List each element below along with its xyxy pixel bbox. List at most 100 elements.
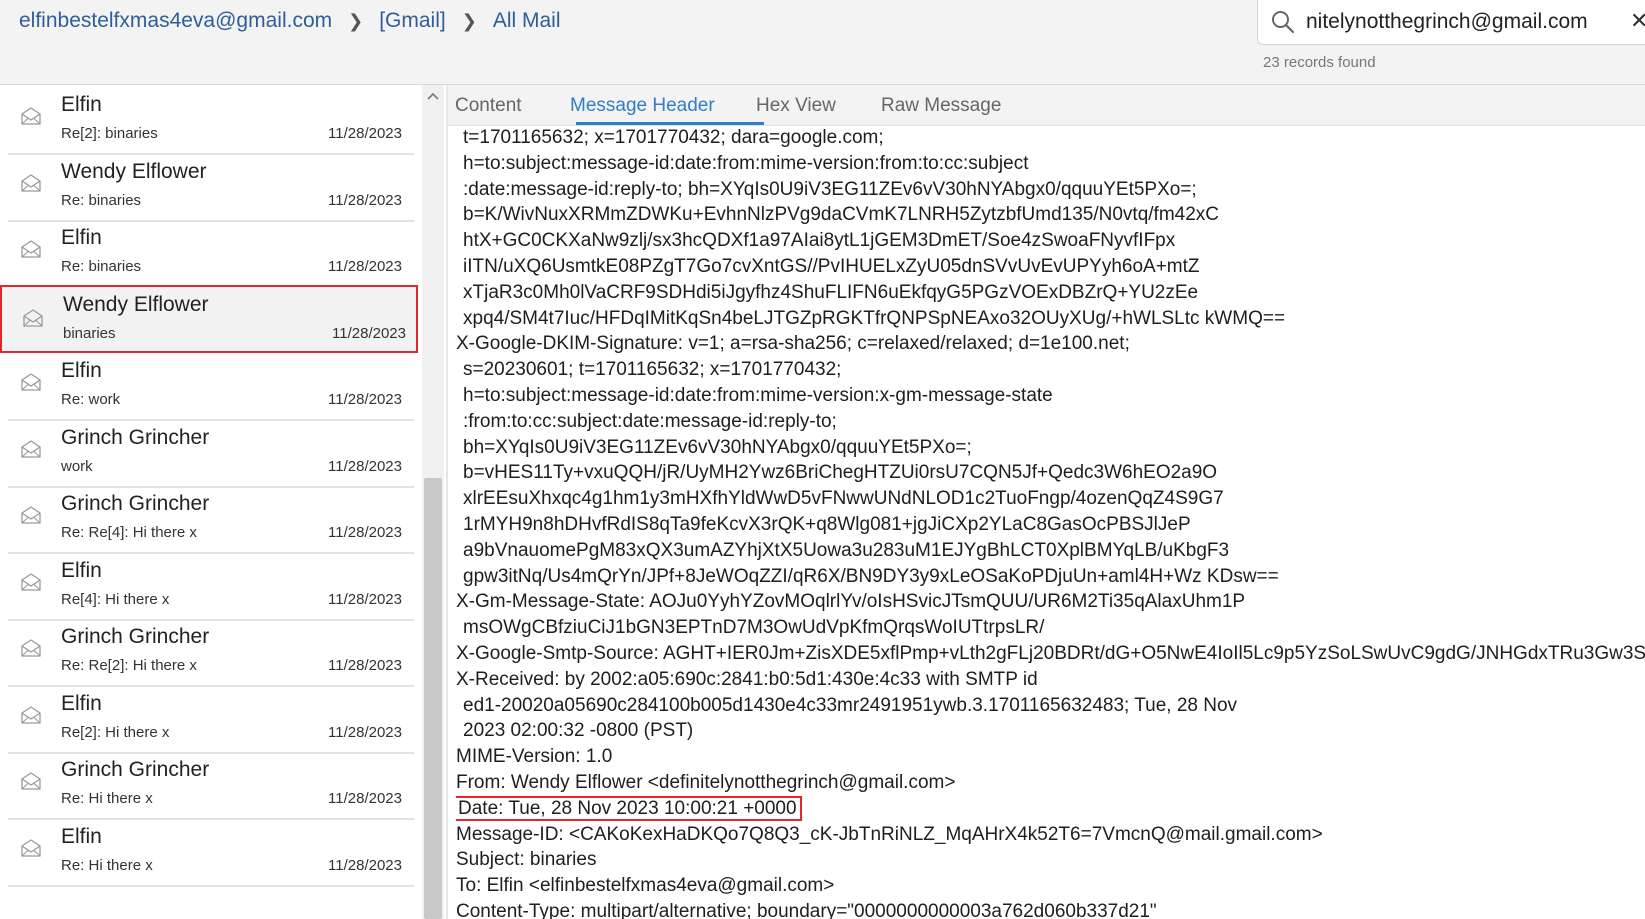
email-date: 11/28/2023	[328, 856, 402, 874]
envelope-open-icon	[20, 837, 42, 859]
header-line: :from:to:cc:subject:date:message-id:repl…	[456, 409, 1645, 435]
header-line: h=to:subject:message-id:date:from:mime-v…	[456, 383, 1645, 409]
email-subject: Re: Hi there x	[61, 790, 153, 807]
breadcrumb: elfinbestelfxmas4eva@gmail.com ❯ [Gmail]…	[19, 6, 561, 36]
envelope-open-icon	[20, 704, 42, 726]
email-sender: Elfin	[61, 691, 102, 715]
header-line: ed1-20020a05690c284100b005d1430e4c33mr24…	[456, 693, 1645, 719]
header-line-text: 2023 02:00:32 -0800 (PST)	[463, 720, 694, 742]
breadcrumb-folder-gmail[interactable]: [Gmail]	[379, 9, 446, 33]
scroll-up-arrow-icon[interactable]	[422, 87, 444, 105]
email-list-item[interactable]: Elfin Re[2]: binaries 11/28/2023	[8, 85, 414, 155]
email-date: 11/28/2023	[328, 524, 402, 541]
header-line: b=vHES11Ty+vxuQQH/jR/UyMH2Ywz6BriChegHTZ…	[456, 460, 1645, 486]
header-line-text: ed1-20020a05690c284100b005d1430e4c33mr24…	[463, 694, 1238, 716]
email-list-item[interactable]: Grinch Grincher Re: Hi there x 11/28/2023	[8, 750, 414, 820]
email-sender: Grinch Grincher	[61, 758, 210, 781]
email-sender: Grinch Grincher	[61, 625, 210, 648]
header-line: Message-ID: <CAKoKexHaDKQo7Q8Q3_cK-JbTnR…	[456, 822, 1645, 848]
header-line-text: gpw3itNq/Us4mQrYn/JPf+8JeWOqZZI/qR6X/BN9…	[463, 565, 1279, 587]
top-bar: elfinbestelfxmas4eva@gmail.com ❯ [Gmail]…	[0, 0, 1645, 85]
header-line: xlrEEsuXhxqc4g1hm1y3mHXfhYldWwD5vFNwwUNd…	[456, 486, 1645, 512]
email-sender: Elfin	[61, 359, 102, 382]
envelope-open-icon	[22, 307, 44, 329]
email-list: Elfin Re[2]: binaries 11/28/2023 Wendy Elfl…	[0, 85, 420, 919]
email-date: 11/28/2023	[328, 790, 402, 807]
message-header-text[interactable]: t=1701165632; x=1701770432; dara=google.…	[456, 125, 1645, 919]
email-list-item[interactable]: Elfin Re: work 11/28/2023	[8, 351, 414, 421]
tab-hex-view[interactable]: Hex View	[756, 95, 836, 117]
email-list-item[interactable]: Elfin Re[2]: Hi there x 11/28/2023	[8, 684, 414, 754]
header-line-text: X-Google-DKIM-Signature: v=1; a=rsa-sha2…	[456, 333, 1130, 355]
header-line-text: X-Google-Smtp-Source: AGHT+IER0Jm+ZisXDE…	[456, 642, 1645, 664]
header-line: MIME-Version: 1.0	[456, 744, 1645, 770]
scroll-thumb[interactable]	[424, 478, 442, 919]
email-subject: Re: Re[4]: Hi there x	[61, 524, 197, 541]
email-sender: Elfin	[61, 226, 102, 249]
email-date: 11/28/2023	[328, 723, 402, 741]
envelope-open-icon	[20, 571, 42, 593]
email-list-item[interactable]: Grinch Grincher Re: Re[4]: Hi there x 11/2…	[8, 484, 414, 554]
email-subject: Re: Re[2]: Hi there x	[61, 657, 197, 674]
tab-raw-message[interactable]: Raw Message	[881, 95, 1001, 117]
header-line-text: From: Wendy Elflower <definitelynotthegr…	[456, 771, 956, 793]
header-line: msOWgCBfziuCiJ1bGN3EPTnD7M3OwUdVpKfmQrqs…	[456, 615, 1645, 641]
envelope-open-icon	[20, 371, 42, 393]
header-line-text: :date:message-id:reply-to; bh=XYqIs0U9iV…	[463, 178, 1197, 200]
email-subject: Re: binaries	[61, 191, 142, 209]
email-list-item[interactable]: Grinch Grincher Re: Re[2]: Hi there x 11/2…	[8, 617, 414, 687]
header-line-text: h=to:subject:message-id:date:from:mime-v…	[463, 152, 1029, 174]
email-subject: Re: Hi there x	[61, 856, 153, 874]
header-line: X-Received: by 2002:a05:690c:2841:b0:5d1…	[456, 667, 1645, 693]
email-sender: Grinch Grincher	[61, 492, 210, 515]
header-line: Content-Type: multipart/alternative; bou…	[456, 899, 1645, 919]
tab-message-header[interactable]: Message Header	[570, 95, 715, 117]
envelope-open-icon	[20, 105, 42, 127]
email-sender: Elfin	[61, 824, 102, 848]
email-list-item[interactable]: Grinch Grincher work 11/28/2023	[8, 418, 414, 488]
breadcrumb-all-mail[interactable]: All Mail	[493, 9, 561, 33]
header-line-text: MIME-Version: 1.0	[456, 746, 613, 768]
email-date: 11/28/2023	[328, 258, 402, 275]
breadcrumb-account[interactable]: elfinbestelfxmas4eva@gmail.com	[19, 9, 332, 33]
email-date: 11/28/2023	[328, 125, 402, 142]
search-icon[interactable]	[1266, 5, 1300, 39]
header-line: htX+GC0CKXaNw9zlj/sx3hcQDXf1a97AIai8ytL1…	[456, 228, 1645, 254]
email-date: 11/28/2023	[328, 590, 402, 608]
header-line-text: htX+GC0CKXaNw9zlj/sx3hcQDXf1a97AIai8ytL1…	[463, 230, 1176, 252]
tab-content[interactable]: Content	[455, 95, 522, 117]
email-list-item-selected[interactable]: Wendy Elflower binaries 11/28/2023	[0, 284, 418, 353]
header-line-text: xTjaR3c0Mh0lVaCRF9SDHdi5iJgyfhz4ShuFLIFN…	[463, 281, 1199, 303]
header-line-text: Subject: binaries	[456, 849, 597, 871]
email-subject: Re[4]: Hi there x	[61, 590, 170, 608]
header-line: gpw3itNq/Us4mQrYn/JPf+8JeWOqZZI/qR6X/BN9…	[456, 564, 1645, 590]
email-sender: Grinch Grincher	[61, 425, 210, 449]
tab-bar: Content Message Header Hex View Raw Mess…	[448, 85, 1645, 126]
header-line-text: X-Gm-Message-State: AOJu0YyhYZovMOqlrlYv…	[456, 591, 1246, 613]
header-line: 2023 02:00:32 -0800 (PST)	[456, 718, 1645, 744]
email-date: 11/28/2023	[332, 324, 406, 342]
header-line: Date: Tue, 28 Nov 2023 10:00:21 +0000	[456, 795, 1645, 822]
header-line: bh=XYqIs0U9iV3EG11ZEv6vV30hNYAbgx0/qquuY…	[456, 435, 1645, 461]
clear-search-icon[interactable]: ✕	[1630, 8, 1645, 34]
search-box[interactable]	[1257, 0, 1645, 45]
header-line-text: xlrEEsuXhxqc4g1hm1y3mHXfhYldWwD5vFNwwUNd…	[463, 488, 1224, 510]
header-line: s=20230601; t=1701165632; x=1701770432;	[456, 357, 1645, 383]
email-sender: Wendy Elflower	[61, 159, 207, 183]
email-list-item[interactable]: Elfin Re[4]: Hi there x 11/28/2023	[8, 551, 414, 621]
email-subject: Re: work	[61, 391, 121, 408]
email-list-item[interactable]: Wendy Elflower Re: binaries 11/28/2023	[8, 152, 414, 222]
email-subject: Re[2]: binaries	[61, 125, 158, 142]
search-input[interactable]	[1306, 10, 1626, 34]
pane-divider[interactable]	[446, 85, 448, 919]
header-line: a9bVnauomePgM83xQX3umAZYhjXtX5Uowa3u283u…	[456, 538, 1645, 564]
email-list-item[interactable]: Elfin Re: Hi there x 11/28/2023	[8, 817, 414, 887]
header-line: From: Wendy Elflower <definitelynotthegr…	[456, 770, 1645, 796]
email-list-item[interactable]: Elfin Re: binaries 11/28/2023	[8, 218, 414, 288]
header-line-text: To: Elfin <elfinbestelfxmas4eva@gmail.co…	[456, 875, 835, 897]
header-line-text: X-Received: by 2002:a05:690c:2841:b0:5d1…	[456, 668, 1038, 690]
header-line-text: :from:to:cc:subject:date:message-id:repl…	[463, 410, 837, 432]
email-list-scrollbar[interactable]	[422, 85, 444, 919]
header-line-text: h=to:subject:message-id:date:from:mime-v…	[463, 384, 1053, 406]
email-date: 11/28/2023	[328, 457, 402, 475]
